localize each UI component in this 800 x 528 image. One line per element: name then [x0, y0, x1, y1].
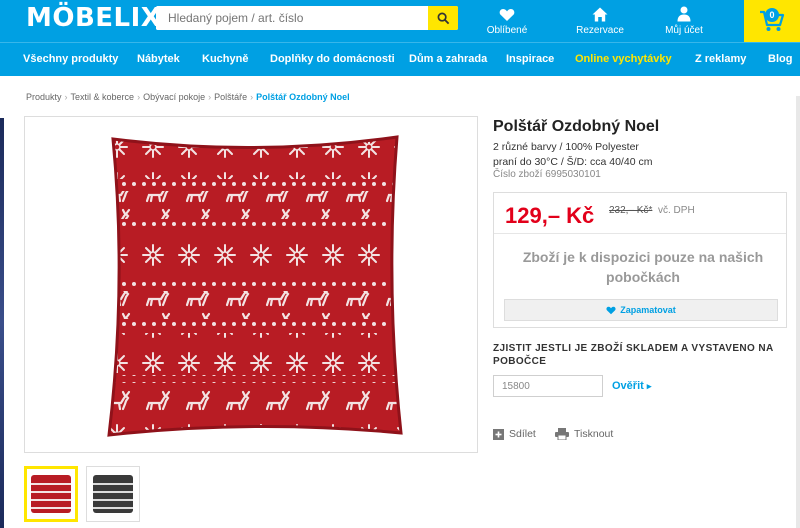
- nav-item-blog[interactable]: Blog: [768, 53, 792, 65]
- favorites-label: Oblíbené: [486, 25, 528, 36]
- product-image: [99, 129, 411, 441]
- user-icon: [677, 6, 691, 22]
- breadcrumb: Produkty › Textil & koberce › Obývací pokoje…: [26, 92, 350, 102]
- search-button[interactable]: [428, 6, 458, 30]
- divider: [494, 233, 786, 234]
- verify-button[interactable]: Ověřit ▸: [612, 380, 651, 392]
- nav-item-online-gadgets[interactable]: Online vychytávky: [575, 53, 672, 65]
- home-icon: [592, 7, 608, 22]
- thumbnail-red[interactable]: [24, 466, 78, 522]
- nav-item-furniture[interactable]: Nábytek: [137, 53, 180, 65]
- account-link[interactable]: Můj účet: [660, 0, 708, 42]
- favorites-link[interactable]: Oblíbené: [482, 0, 532, 42]
- nav-item-house-garden[interactable]: Dům a zahrada: [409, 53, 487, 65]
- breadcrumb-item[interactable]: Textil & koberce: [71, 92, 135, 102]
- product-image-panel[interactable]: [24, 116, 478, 453]
- product-description-line: praní do 30°C / Š/D: cca 40/40 cm: [493, 155, 653, 168]
- product-code: Číslo zboží 6995030101: [493, 169, 601, 180]
- printer-icon: [555, 428, 569, 440]
- breadcrumb-item[interactable]: Polštáře: [214, 92, 247, 102]
- product-title: Polštář Ozdobný Noel: [493, 118, 660, 135]
- price: 129,– Kč: [505, 203, 595, 228]
- price-box: 129,– Kč 232,– Kč* vč. DPH Zboží je k di…: [493, 192, 787, 328]
- thumbnail-grey[interactable]: [86, 466, 140, 522]
- scrollbar[interactable]: [796, 96, 800, 528]
- product-description-line: 2 různé barvy / 100% Polyester: [493, 141, 639, 153]
- nav-item-kitchens[interactable]: Kuchyně: [202, 53, 248, 65]
- breadcrumb-separator-icon: ›: [64, 92, 68, 102]
- remember-button[interactable]: Zapamatovat: [504, 299, 778, 321]
- cart-count-badge: 0: [765, 8, 779, 22]
- reservation-link[interactable]: Rezervace: [572, 0, 628, 42]
- account-label: Můj účet: [665, 25, 703, 36]
- remember-label: Zapamatovat: [620, 305, 676, 315]
- verify-label: Ověřit: [612, 380, 644, 392]
- nav-item-advertising[interactable]: Z reklamy: [695, 53, 746, 65]
- share-button[interactable]: Sdílet: [493, 428, 536, 440]
- print-label: Tisknout: [574, 428, 614, 440]
- availability-note: Zboží je k dispozici pouze na našich pob…: [522, 249, 764, 285]
- breadcrumb-separator-icon: ›: [208, 92, 212, 102]
- header: MÖBELIX Oblíbené Rezervace: [0, 0, 800, 42]
- search-box: [156, 6, 458, 30]
- breadcrumb-current: Polštář Ozdobný Noel: [256, 92, 350, 102]
- breadcrumb-separator-icon: ›: [250, 92, 254, 102]
- print-button[interactable]: Tisknout: [555, 428, 613, 440]
- breadcrumb-item[interactable]: Produkty: [26, 92, 62, 102]
- heart-icon: [499, 9, 515, 21]
- breadcrumb-item[interactable]: Obývací pokoje: [143, 92, 205, 102]
- zip-code-input[interactable]: [493, 375, 603, 397]
- vat-note: vč. DPH: [658, 205, 695, 216]
- search-icon: [437, 12, 449, 24]
- old-price: 232,– Kč*: [609, 205, 653, 216]
- nav-item-home-accessories[interactable]: Doplňky do domácnosti: [270, 53, 395, 65]
- breadcrumb-separator-icon: ›: [137, 92, 141, 102]
- reservation-label: Rezervace: [576, 25, 624, 36]
- search-input[interactable]: [156, 6, 428, 30]
- product-description: 2 různé barvy / 100% Polyester praní do …: [493, 140, 652, 169]
- plus-icon: [493, 428, 504, 440]
- share-label: Sdílet: [509, 428, 536, 440]
- main-nav: Všechny produkty Nábytek Kuchyně Doplňky…: [0, 42, 800, 76]
- cart-button[interactable]: 0: [744, 0, 800, 42]
- stock-check-title: ZJISTIT JESTLI JE ZBOŽÍ SKLADEM A VYSTAV…: [493, 343, 774, 367]
- nav-item-inspiration[interactable]: Inspirace: [506, 53, 554, 65]
- chevron-right-icon: ▸: [646, 381, 652, 391]
- nav-item-all-products[interactable]: Všechny produkty: [23, 53, 118, 65]
- heart-icon: [606, 306, 616, 314]
- logo[interactable]: MÖBELIX: [26, 3, 161, 33]
- background-edge: [0, 118, 4, 528]
